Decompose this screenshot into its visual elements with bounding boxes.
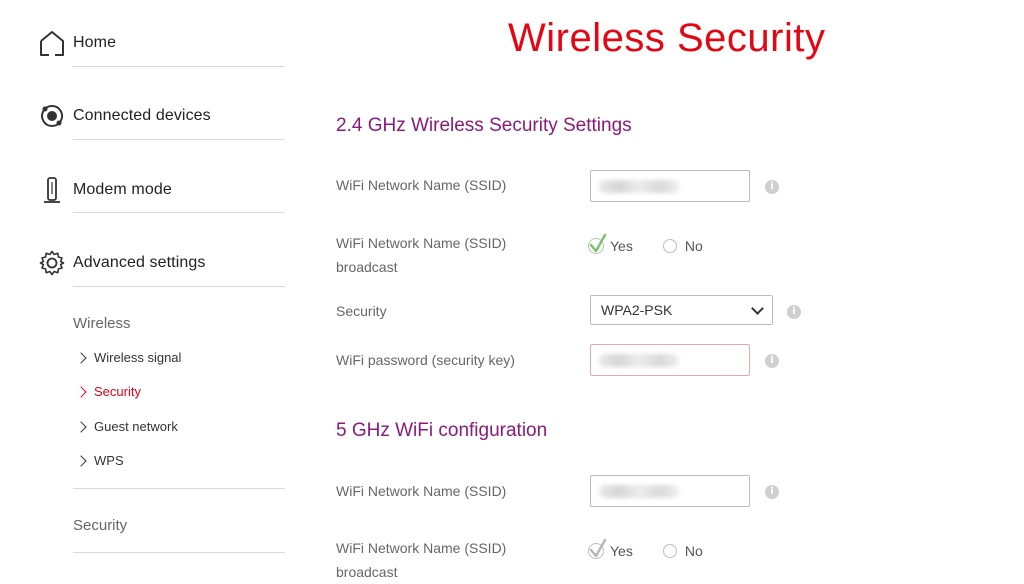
group-title-security[interactable]: Security: [73, 517, 127, 534]
section-title-5ghz: 5 GHz WiFi configuration: [336, 420, 548, 441]
password-input-24[interactable]: [590, 344, 750, 376]
radio-label: No: [684, 543, 703, 559]
divider: [73, 488, 285, 489]
broadcast-no-radio-24[interactable]: No: [662, 238, 703, 254]
broadcast-radio-group-24: Yes No: [588, 233, 733, 254]
checkmark-icon: [588, 538, 607, 559]
divider: [73, 139, 285, 140]
password-label-24: WiFi password (security key): [336, 352, 515, 368]
select-value: WPA2-PSK: [601, 302, 673, 318]
radio-label: Yes: [610, 238, 633, 254]
redacted-value: [599, 354, 679, 367]
home-icon: [37, 28, 67, 58]
info-icon[interactable]: i: [765, 485, 779, 499]
checkmark-icon: [588, 233, 607, 254]
chevron-right-icon: [75, 351, 87, 364]
radio-label: No: [684, 238, 703, 254]
sub-item-label: Wireless signal: [94, 350, 182, 365]
sub-item-wireless-signal[interactable]: Wireless signal: [75, 350, 182, 365]
radio-circle-icon: [662, 544, 677, 558]
ssid-label-24: WiFi Network Name (SSID): [336, 177, 507, 193]
chevron-down-icon: [751, 302, 764, 315]
security-select-24[interactable]: WPA2-PSK: [590, 295, 773, 325]
info-icon[interactable]: i: [787, 305, 801, 319]
sidebar-item-home[interactable]: Home: [37, 28, 285, 58]
divider: [73, 286, 285, 287]
gear-icon: [37, 248, 67, 278]
section-title-24ghz: 2.4 GHz Wireless Security Settings: [336, 115, 632, 136]
chevron-right-icon: [75, 454, 87, 467]
broadcast-label-24: WiFi Network Name (SSID) broadcast: [336, 235, 507, 275]
sub-item-label: WPS: [94, 453, 124, 468]
redacted-value: [599, 485, 679, 498]
sub-item-guest-network[interactable]: Guest network: [75, 419, 178, 434]
sidebar-item-label: Modem mode: [73, 181, 172, 198]
info-icon[interactable]: i: [765, 354, 779, 368]
sub-item-label: Security: [94, 384, 141, 399]
modem-icon: [37, 175, 67, 205]
security-label-24: Security: [336, 303, 387, 319]
broadcast-radio-group-5: Yes No: [588, 538, 733, 559]
info-icon[interactable]: i: [765, 180, 779, 194]
divider: [73, 552, 285, 553]
sidebar-item-modem-mode[interactable]: Modem mode: [37, 175, 285, 205]
sidebar: Home Connected devices Modem mode Advanc…: [0, 0, 300, 568]
sub-item-label: Guest network: [94, 419, 178, 434]
ssid-label-5: WiFi Network Name (SSID): [336, 483, 507, 499]
chevron-right-icon: [75, 420, 87, 433]
sidebar-item-label: Home: [73, 34, 117, 51]
sidebar-item-label: Connected devices: [73, 107, 211, 124]
divider: [73, 212, 285, 213]
broadcast-no-radio-5[interactable]: No: [662, 543, 703, 559]
group-title-wireless: Wireless: [73, 315, 131, 332]
radio-label: Yes: [610, 543, 633, 559]
broadcast-yes-radio-24[interactable]: Yes: [588, 233, 633, 254]
page-title: Wireless Security: [508, 16, 826, 60]
radio-circle-icon: [662, 239, 677, 253]
broadcast-yes-radio-5[interactable]: Yes: [588, 538, 633, 559]
sidebar-item-advanced-settings[interactable]: Advanced settings: [37, 248, 285, 278]
broadcast-label-5: WiFi Network Name (SSID) broadcast: [336, 540, 507, 580]
sub-item-security[interactable]: Security: [75, 384, 141, 399]
ssid-input-24[interactable]: [590, 170, 750, 202]
sub-item-wps[interactable]: WPS: [75, 453, 124, 468]
ssid-input-5[interactable]: [590, 475, 750, 507]
divider: [73, 66, 285, 67]
sidebar-item-label: Advanced settings: [73, 254, 206, 271]
chevron-right-icon: [75, 385, 87, 398]
devices-icon: [37, 101, 67, 131]
sidebar-item-connected-devices[interactable]: Connected devices: [37, 101, 285, 131]
redacted-value: [599, 180, 679, 193]
